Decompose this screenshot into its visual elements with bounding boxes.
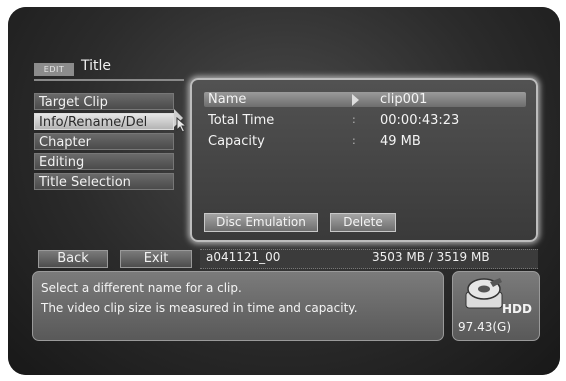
colon-separator-icon: : — [352, 134, 356, 147]
back-button[interactable]: Back — [38, 250, 108, 268]
edit-mode-tag: EDIT — [34, 63, 74, 76]
capacity-label: Capacity — [208, 134, 265, 149]
name-value[interactable]: clip001 — [380, 92, 427, 107]
page-title: Title — [81, 58, 112, 74]
pointer-cursor-icon — [176, 117, 188, 133]
total-time-value: 00:00:43:23 — [380, 113, 460, 128]
menu-item-chapter[interactable]: Chapter — [34, 133, 174, 150]
menu-item-title-selection[interactable]: Title Selection — [34, 173, 174, 190]
hdd-free-space: 97.43(G) — [458, 320, 512, 334]
name-label: Name — [208, 92, 247, 107]
help-line-2: The video clip size is measured in time … — [41, 301, 358, 315]
clip-id: a041121_00 — [206, 250, 281, 264]
exit-button[interactable]: Exit — [120, 250, 192, 268]
total-time-label: Total Time — [208, 113, 275, 128]
disk-capacity: 3503 MB / 3519 MB — [372, 250, 490, 264]
capacity-value: 49 MB — [380, 134, 421, 149]
menu-item-info-rename-del[interactable]: Info/Rename/Del — [34, 113, 174, 130]
menu-item-editing[interactable]: Editing — [34, 153, 174, 170]
delete-button[interactable]: Delete — [330, 213, 396, 232]
name-arrow-icon — [352, 94, 359, 106]
hdd-label: HDD — [502, 302, 532, 316]
title-divider — [34, 79, 184, 81]
colon-separator-icon: : — [352, 113, 356, 126]
help-message: Select a different name for a clip. The … — [32, 271, 444, 341]
menu-item-target-clip[interactable]: Target Clip — [34, 93, 174, 110]
name-row-highlight[interactable] — [204, 92, 526, 107]
help-line-1: Select a different name for a clip. — [41, 281, 242, 295]
disc-emulation-button[interactable]: Disc Emulation — [204, 213, 318, 232]
